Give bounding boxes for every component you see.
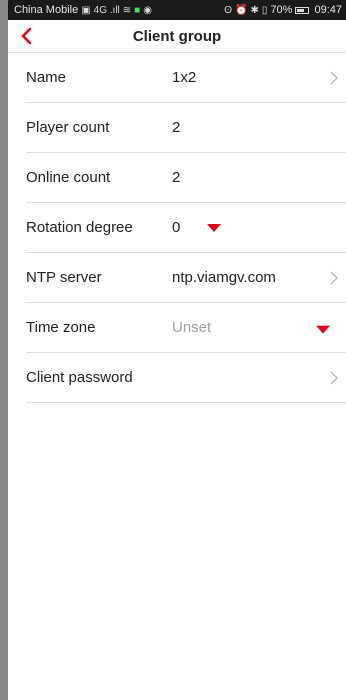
- row-value-ntp-server: ntp.viamgv.com: [172, 269, 276, 286]
- status-right: ʘ ⏰ ✱ ▯ 70% 09:47: [224, 4, 342, 16]
- chevron-right-icon: [330, 71, 338, 84]
- clock: 09:47: [314, 4, 342, 16]
- wifi-icon: ≋: [122, 4, 132, 16]
- carrier-name: China Mobile: [14, 4, 79, 16]
- status-left: China Mobile ▣ 4G .ıll ≋ ■ ◉: [14, 4, 152, 16]
- row-time-zone[interactable]: Time zone Unset: [26, 303, 346, 353]
- app-notification-icon: ■: [134, 4, 141, 16]
- row-label-name: Name: [26, 69, 67, 86]
- chevron-right-icon: [330, 271, 338, 284]
- signal-icon: 4G .ıll: [93, 4, 120, 16]
- row-value-time-zone: Unset: [172, 319, 212, 336]
- row-value-name: 1x2: [172, 69, 197, 86]
- row-label-player-count: Player count: [26, 119, 110, 136]
- alarm-icon: ⏰: [235, 4, 248, 16]
- row-label-ntp-server: NTP server: [26, 269, 102, 286]
- battery-icon: [295, 6, 310, 14]
- back-button[interactable]: [12, 20, 40, 52]
- chevron-right-icon: [330, 371, 338, 384]
- dropdown-caret-icon[interactable]: [316, 325, 330, 334]
- row-online-count: Online count 2: [26, 153, 346, 203]
- row-ntp-server[interactable]: NTP server ntp.viamgv.com: [26, 253, 346, 303]
- row-value-online-count: 2: [172, 169, 181, 186]
- back-arrow-icon: [21, 27, 32, 45]
- row-label-client-password: Client password: [26, 369, 133, 386]
- settings-list: Name 1x2 Player count 2 Online count 2 R…: [8, 53, 346, 403]
- dropdown-caret-icon: [206, 224, 221, 233]
- battery-percent: 70%: [270, 4, 293, 16]
- rotation-degree-value: 0: [172, 219, 181, 236]
- row-label-rotation-degree: Rotation degree: [26, 219, 133, 236]
- row-label-time-zone: Time zone: [26, 319, 96, 336]
- app-frame: China Mobile ▣ 4G .ıll ≋ ■ ◉ ʘ ⏰ ✱ ▯ 70%…: [0, 0, 346, 700]
- page-title: Client group: [132, 27, 222, 45]
- title-bar: Client group: [8, 20, 346, 53]
- row-client-password[interactable]: Client password: [26, 353, 346, 403]
- nfc-icon: ʘ: [224, 4, 233, 16]
- rotation-degree-select[interactable]: 0: [172, 219, 221, 236]
- row-name[interactable]: Name 1x2: [26, 53, 346, 103]
- bluetooth-icon: ✱: [250, 4, 259, 16]
- status-bar: China Mobile ▣ 4G .ıll ≋ ■ ◉ ʘ ⏰ ✱ ▯ 70%…: [8, 0, 346, 20]
- vibrate-icon: ▯: [261, 4, 268, 16]
- row-rotation-degree[interactable]: Rotation degree 0: [26, 203, 346, 253]
- row-label-online-count: Online count: [26, 169, 111, 186]
- hd-icon: ▣: [81, 4, 91, 16]
- notification-icon: ◉: [143, 4, 152, 16]
- row-value-player-count: 2: [172, 119, 181, 136]
- row-player-count: Player count 2: [26, 103, 346, 153]
